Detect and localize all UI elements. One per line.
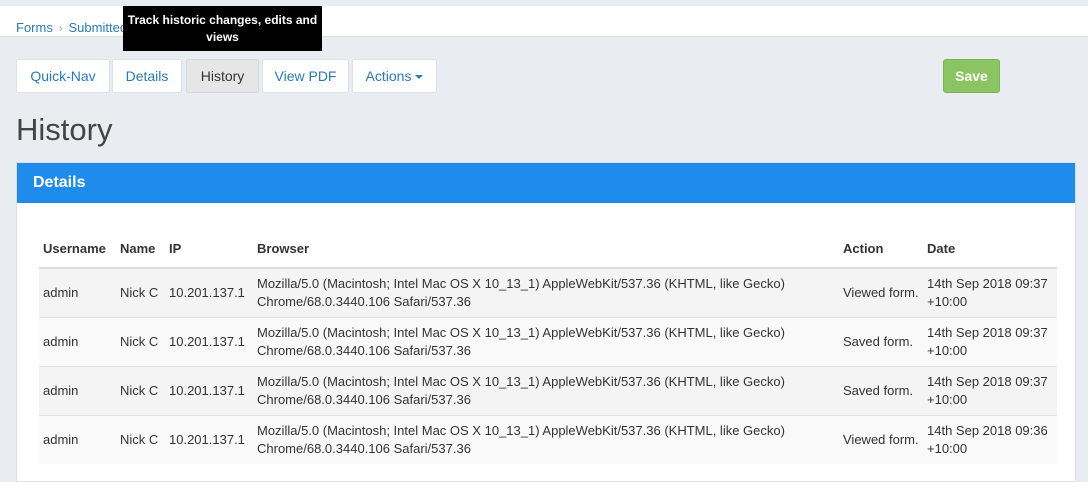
- panel-header: Details: [17, 163, 1075, 203]
- tab-view-pdf[interactable]: View PDF: [262, 59, 349, 93]
- browser-line-1: Mozilla/5.0 (Macintosh; Intel Mac OS X 1…: [257, 374, 785, 389]
- column-header-name: Name: [116, 229, 165, 269]
- page-title: History: [16, 112, 113, 147]
- cell-name: Nick C: [116, 317, 165, 367]
- cell-browser: Mozilla/5.0 (Macintosh; Intel Mac OS X 1…: [253, 366, 839, 416]
- column-header-ip: IP: [165, 229, 253, 269]
- cell-name: Nick C: [116, 267, 165, 318]
- cell-action: Viewed form.: [839, 415, 923, 464]
- cell-username: admin: [39, 317, 116, 367]
- breadcrumb-separator-icon: ›: [58, 23, 63, 35]
- browser-line-1: Mozilla/5.0 (Macintosh; Intel Mac OS X 1…: [257, 325, 785, 340]
- cell-name: Nick C: [116, 366, 165, 416]
- table-row: admin Nick C 10.201.137.1 Mozilla/5.0 (M…: [39, 366, 1057, 416]
- caret-down-icon: [415, 75, 424, 79]
- save-button[interactable]: Save: [943, 59, 1000, 93]
- cell-ip: 10.201.137.1: [165, 267, 253, 318]
- cell-username: admin: [39, 415, 116, 464]
- tab-actions-label: Actions: [365, 68, 412, 84]
- history-table: Username Name IP Browser Action Date adm…: [39, 229, 1057, 464]
- cell-date: 14th Sep 2018 09:37 +10:00: [923, 366, 1057, 416]
- cell-action: Viewed form.: [839, 267, 923, 318]
- tab-history[interactable]: History: [186, 59, 259, 93]
- cell-action: Saved form.: [839, 317, 923, 367]
- column-header-username: Username: [39, 229, 116, 269]
- browser-line-1: Mozilla/5.0 (Macintosh; Intel Mac OS X 1…: [257, 423, 785, 438]
- cell-browser: Mozilla/5.0 (Macintosh; Intel Mac OS X 1…: [253, 267, 839, 318]
- column-header-date: Date: [923, 229, 1057, 269]
- browser-line-1: Mozilla/5.0 (Macintosh; Intel Mac OS X 1…: [257, 276, 785, 291]
- table-row: admin Nick C 10.201.137.1 Mozilla/5.0 (M…: [39, 317, 1057, 367]
- table-row: admin Nick C 10.201.137.1 Mozilla/5.0 (M…: [39, 415, 1057, 464]
- cell-browser: Mozilla/5.0 (Macintosh; Intel Mac OS X 1…: [253, 415, 839, 464]
- tab-quick-nav[interactable]: Quick-Nav: [16, 59, 110, 93]
- cell-date: 14th Sep 2018 09:36 +10:00: [923, 415, 1057, 464]
- table-row: admin Nick C 10.201.137.1 Mozilla/5.0 (M…: [39, 267, 1057, 318]
- cell-date: 14th Sep 2018 09:37 +10:00: [923, 317, 1057, 367]
- details-panel: Details Username Name IP Browser Action …: [16, 162, 1076, 482]
- cell-ip: 10.201.137.1: [165, 366, 253, 416]
- cell-name: Nick C: [116, 415, 165, 464]
- cell-ip: 10.201.137.1: [165, 415, 253, 464]
- browser-line-2: Chrome/68.0.3440.106 Safari/537.36: [257, 343, 471, 358]
- history-tooltip: Track historic changes, edits and views: [123, 6, 322, 51]
- cell-username: admin: [39, 267, 116, 318]
- browser-line-2: Chrome/68.0.3440.106 Safari/537.36: [257, 294, 471, 309]
- cell-username: admin: [39, 366, 116, 416]
- column-header-action: Action: [839, 229, 923, 269]
- breadcrumb-forms-link[interactable]: Forms: [16, 20, 53, 35]
- cell-browser: Mozilla/5.0 (Macintosh; Intel Mac OS X 1…: [253, 317, 839, 367]
- tab-actions[interactable]: Actions: [352, 59, 437, 93]
- browser-line-2: Chrome/68.0.3440.106 Safari/537.36: [257, 392, 471, 407]
- breadcrumb: Forms › Submitted: [16, 20, 127, 35]
- table-header-row: Username Name IP Browser Action Date: [39, 229, 1057, 269]
- tab-details[interactable]: Details: [112, 59, 182, 93]
- cell-ip: 10.201.137.1: [165, 317, 253, 367]
- cell-date: 14th Sep 2018 09:37 +10:00: [923, 267, 1057, 318]
- column-header-browser: Browser: [253, 229, 839, 269]
- breadcrumb-submitted-link[interactable]: Submitted: [69, 20, 128, 35]
- cell-action: Saved form.: [839, 366, 923, 416]
- browser-line-2: Chrome/68.0.3440.106 Safari/537.36: [257, 441, 471, 456]
